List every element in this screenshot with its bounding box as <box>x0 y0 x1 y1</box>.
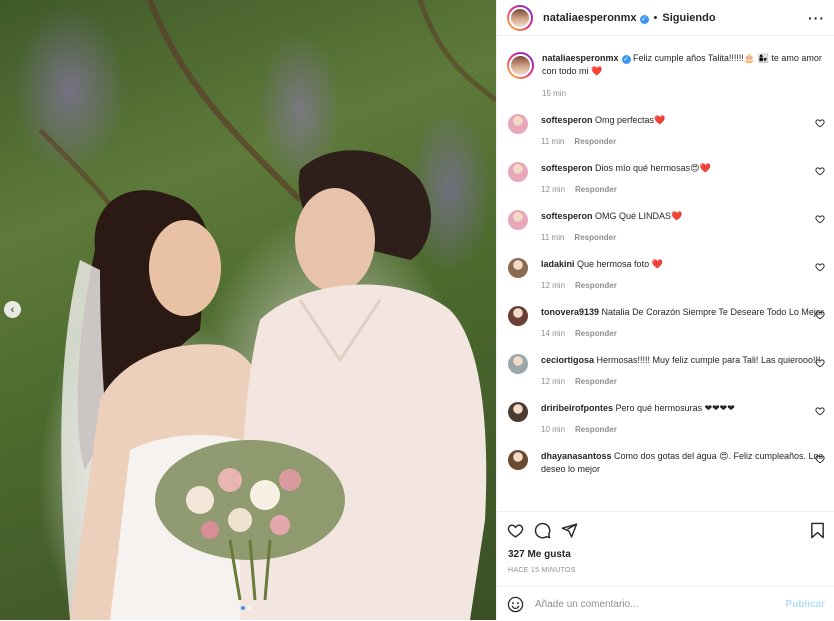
carousel-dot <box>248 606 252 610</box>
post-timestamp: HACE 15 MINUTOS <box>508 567 576 574</box>
verified-icon: ✓ <box>621 55 631 64</box>
commenter-avatar[interactable] <box>508 114 528 134</box>
caption-username[interactable]: nataliaesperonmx ✓ <box>542 53 631 64</box>
caption-avatar[interactable] <box>507 52 534 79</box>
comment-item: driribeirofpontes Pero qué hermosuras ❤❤… <box>497 402 834 436</box>
comment-body: driribeirofpontes Pero qué hermosuras ❤❤… <box>541 402 825 436</box>
author-username[interactable]: nataliaesperonmx ✓ <box>543 12 649 24</box>
comment-like-icon[interactable] <box>815 118 825 128</box>
comment-like-icon[interactable] <box>815 214 825 224</box>
comment-text: Que hermosa foto ❤️ <box>577 259 663 269</box>
reply-button[interactable]: Responder <box>574 137 616 146</box>
caption-time: 15 min <box>542 89 567 98</box>
post-photo[interactable]: ‹ <box>0 0 496 620</box>
comment-time: 10 min <box>541 425 566 434</box>
commenter-avatar[interactable] <box>508 210 528 230</box>
comment-meta: 11 min Responder <box>541 135 825 148</box>
comment-username[interactable]: ladakini <box>541 259 575 269</box>
separator-dot: • <box>653 11 658 24</box>
comment-text: Hermosas!!!!! Muy feliz cumple para Tali… <box>596 355 821 365</box>
comment-username[interactable]: tonovera9139 <box>541 307 599 317</box>
comment-time: 12 min <box>541 281 566 290</box>
comment-input[interactable] <box>533 597 786 611</box>
comment-time: 14 min <box>541 329 566 338</box>
comment-meta: 12 min Responder <box>541 183 825 196</box>
comment-like-icon[interactable] <box>815 262 825 272</box>
carousel-prev-button[interactable]: ‹ <box>4 301 21 318</box>
carousel-dots <box>241 606 252 610</box>
author-avatar[interactable] <box>507 4 533 31</box>
photo-illustration <box>38 0 496 620</box>
reply-button[interactable]: Responder <box>575 377 617 386</box>
commenter-avatar[interactable] <box>508 162 528 182</box>
like-icon[interactable] <box>507 522 524 539</box>
verified-icon: ✓ <box>639 14 649 24</box>
comment-username[interactable]: ceciortigosa <box>541 355 594 365</box>
comment-time: 11 min <box>541 137 565 146</box>
comment-body: softesperon OMG Qué LINDAS❤️ 11 min Respon… <box>541 210 825 244</box>
reply-button[interactable]: Responder <box>574 233 616 242</box>
emoji-icon[interactable] <box>507 596 524 613</box>
comment-body: softesperon Dios mío qué hermosas😍❤️ 12 m… <box>541 162 825 196</box>
add-comment-bar: Publicar <box>497 586 834 621</box>
comment-body: ladakini Que hermosa foto ❤️ 12 min Respon… <box>541 258 825 292</box>
following-button[interactable]: Siguiendo <box>662 12 715 24</box>
comment-time: 11 min <box>541 233 565 242</box>
comments-list[interactable]: nataliaesperonmx ✓ Feliz cumple años Tali… <box>497 36 834 510</box>
comment-item: softesperon Dios mío qué hermosas😍❤️ 12 m… <box>497 162 834 196</box>
publish-button[interactable]: Publicar <box>786 599 825 610</box>
comment-item: softesperon Omg perfectas❤️ 11 min Respond… <box>497 114 834 148</box>
reply-button[interactable]: Responder <box>575 185 617 194</box>
likes-count[interactable]: 327 Me gusta <box>508 549 571 560</box>
comment-text: Omg perfectas❤️ <box>595 115 666 125</box>
comment-text: Dios mío qué hermosas😍❤️ <box>595 163 711 173</box>
commenter-avatar[interactable] <box>508 450 528 470</box>
comment-item: tonovera9139 Natalia De Corazón Siempre … <box>497 306 834 340</box>
comment-meta: 12 min Responder <box>541 375 825 388</box>
save-icon[interactable] <box>810 522 825 539</box>
reply-button[interactable]: Responder <box>575 329 617 338</box>
comment-username[interactable]: softesperon <box>541 211 593 221</box>
comment-item: ceciortigosa Hermosas!!!!! Muy feliz cum… <box>497 354 834 388</box>
post-caption: nataliaesperonmx ✓ Feliz cumple años Tali… <box>497 36 834 100</box>
comment-username[interactable]: softesperon <box>541 163 593 173</box>
reply-button[interactable]: Responder <box>575 425 617 434</box>
comment-text: Pero qué hermosuras ❤❤❤❤ <box>615 403 735 413</box>
comment-time: 12 min <box>541 377 566 386</box>
carousel-dot-active <box>241 606 245 610</box>
comment-like-icon[interactable] <box>815 406 825 416</box>
post-header: nataliaesperonmx ✓ • Siguiendo ··· <box>497 0 834 36</box>
comment-meta: 14 min Responder <box>541 327 825 340</box>
comment-item: dhayanasantoss Como dos gotas del água 😍… <box>497 450 834 476</box>
comment-username[interactable]: softesperon <box>541 115 593 125</box>
post-panel: nataliaesperonmx ✓ • Siguiendo ··· natali… <box>496 0 834 620</box>
comment-like-icon[interactable] <box>815 166 825 176</box>
comment-item: softesperon OMG Qué LINDAS❤️ 11 min Respon… <box>497 210 834 244</box>
comment-meta: 10 min Responder <box>541 423 825 436</box>
comment-icon[interactable] <box>534 522 551 539</box>
comment-time: 12 min <box>541 185 566 194</box>
share-icon[interactable] <box>561 522 578 539</box>
more-options-icon[interactable]: ··· <box>808 10 825 26</box>
comment-meta: 12 min Responder <box>541 279 825 292</box>
comment-like-icon[interactable] <box>815 358 825 368</box>
comment-item: ladakini Que hermosa foto ❤️ 12 min Respon… <box>497 258 834 292</box>
comment-meta: 11 min Responder <box>541 231 825 244</box>
reply-button[interactable]: Responder <box>575 281 617 290</box>
action-bar <box>497 511 834 548</box>
comment-like-icon[interactable] <box>815 310 825 320</box>
commenter-avatar[interactable] <box>508 306 528 326</box>
commenter-avatar[interactable] <box>508 354 528 374</box>
comment-username[interactable]: driribeirofpontes <box>541 403 613 413</box>
comment-like-icon[interactable] <box>815 454 825 464</box>
comment-text: Natalia De Corazón Siempre Te Deseare To… <box>601 307 824 317</box>
comment-username[interactable]: dhayanasantoss <box>541 451 612 461</box>
comment-body: softesperon Omg perfectas❤️ 11 min Respond… <box>541 114 825 148</box>
comment-body: dhayanasantoss Como dos gotas del água 😍… <box>541 450 825 476</box>
comment-body: tonovera9139 Natalia De Corazón Siempre … <box>541 306 825 340</box>
comment-text: OMG Qué LINDAS❤️ <box>595 211 683 221</box>
commenter-avatar[interactable] <box>508 402 528 422</box>
commenter-avatar[interactable] <box>508 258 528 278</box>
comment-body: ceciortigosa Hermosas!!!!! Muy feliz cum… <box>541 354 825 388</box>
